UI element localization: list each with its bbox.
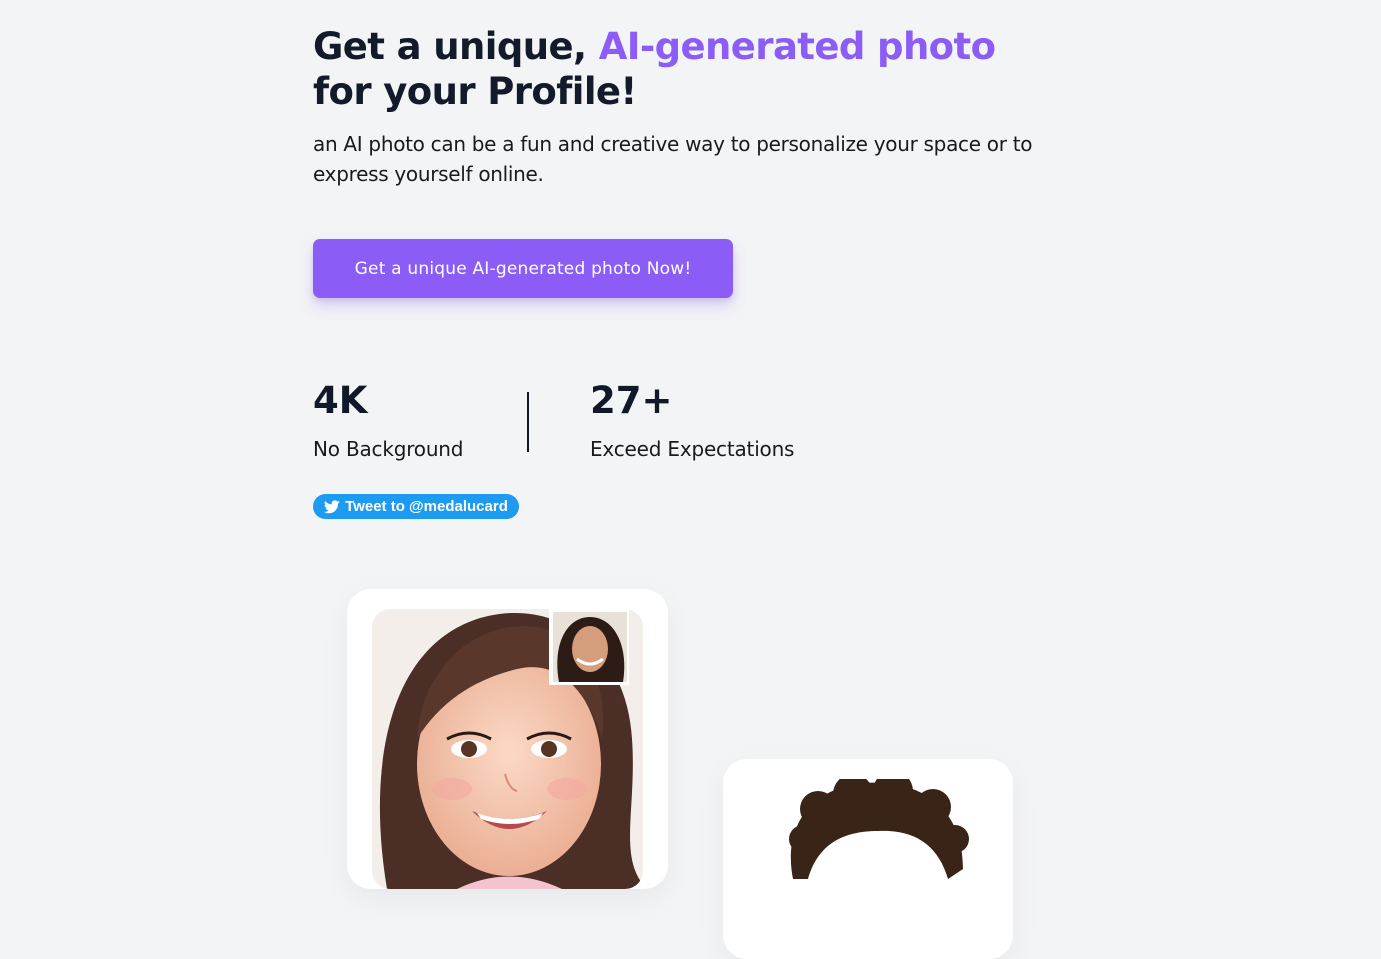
hero-title-part2: for your Profile! <box>313 70 637 113</box>
stat-value: 4K <box>313 379 368 422</box>
gallery-card-woman[interactable] <box>347 589 668 889</box>
tweet-button[interactable]: Tweet to @medalucard <box>313 494 519 519</box>
hero-title: Get a unique, AI-generated photo for you… <box>313 24 1053 114</box>
tweet-button-label: Tweet to @medalucard <box>345 498 508 515</box>
stat-resolution: 4K No Background <box>313 378 463 462</box>
hero-subtitle: an AI photo can be a fun and creative wa… <box>313 132 1033 186</box>
ai-portrait-woman-image <box>372 609 643 889</box>
stat-label: Exceed Expectations <box>590 437 795 461</box>
stat-divider <box>527 392 529 452</box>
ai-portrait-man-image <box>743 779 993 959</box>
stat-expectations: 27+ Exceed Expectations <box>590 378 794 462</box>
hero-title-accent: AI-generated photo <box>598 25 996 68</box>
original-photo-thumbnail <box>549 609 629 685</box>
stat-label: No Background <box>313 437 464 461</box>
hero-title-part1: Get a unique, <box>313 25 599 68</box>
stat-value: 27+ <box>590 379 673 422</box>
gallery-card-man[interactable] <box>723 759 1013 959</box>
get-photo-cta-button[interactable]: Get a unique AI-generated photo Now! <box>313 239 733 298</box>
twitter-bird-icon <box>324 499 340 513</box>
